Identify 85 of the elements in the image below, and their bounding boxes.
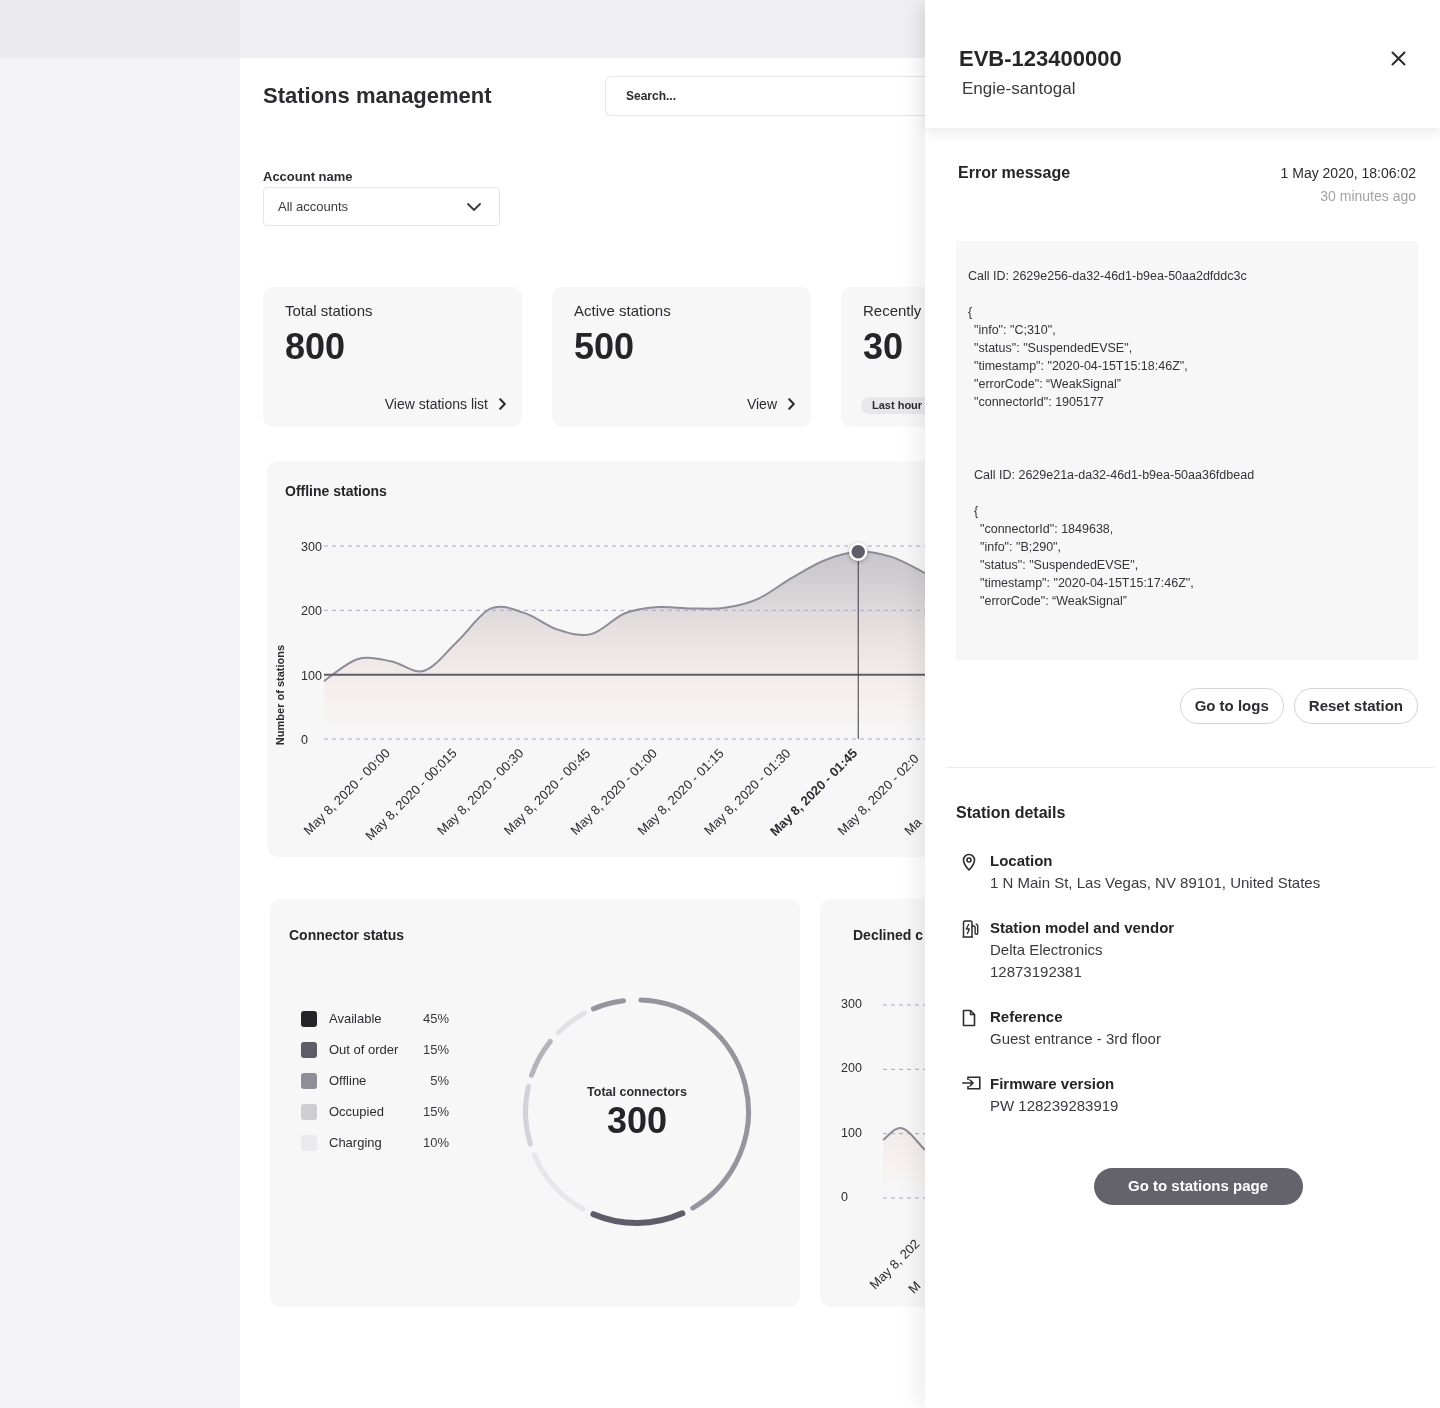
search-field[interactable]: Search... [605, 76, 925, 116]
axis-title: Number of stations [274, 644, 286, 746]
legend-label: Offline [329, 1071, 367, 1090]
legend-value: 5% [430, 1071, 449, 1090]
charging-station-icon [962, 920, 979, 938]
legend-label: Available [329, 1009, 382, 1028]
card-title: Total stations [285, 301, 373, 321]
donut-segment [590, 998, 626, 1012]
code-line: "status": "SuspendedEVSE", [980, 557, 1139, 574]
detail-value: 1 N Main St, Las Vegas, NV 89101, United States [990, 873, 1321, 893]
account-select[interactable]: All accounts [263, 187, 500, 226]
detail-value: 12873192381 [990, 962, 1082, 982]
section-title: Station details [956, 803, 1066, 823]
stat-value: 30 [863, 327, 904, 367]
detail-label: Station model and vendor [990, 918, 1175, 938]
axis-label: Ma [901, 814, 925, 839]
legend-value: 15% [422, 1040, 449, 1059]
call-id-text: Call ID: 2629e21a-da32-46d1-b9ea-50aa36fdbead [974, 467, 1255, 484]
legend-label: Charging [329, 1133, 382, 1152]
detail-label: Firmware version [990, 1074, 1115, 1094]
card-title: Declined c [853, 926, 924, 945]
secondary-button[interactable]: Reset station [1293, 688, 1418, 724]
axis-label: 0 [841, 1190, 848, 1204]
stat-value: 500 [574, 327, 635, 367]
legend-value: 15% [422, 1102, 449, 1121]
code-line: "errorCode": “WeakSignal” [974, 376, 1121, 393]
code-line: "info": "C;310", [974, 322, 1056, 339]
page-title: Stations management [263, 82, 493, 110]
detail-value: Guest entrance - 3rd floor [990, 1029, 1161, 1049]
donut-center-label: Total connectors [587, 1085, 687, 1099]
donut-segment [523, 1083, 533, 1147]
code-line: "status": "SuspendedEVSE", [974, 340, 1133, 357]
detail-label: Reference [990, 1007, 1063, 1027]
card-title: Recently [863, 301, 922, 321]
location-pin-icon [962, 853, 976, 871]
stat-value: 800 [285, 327, 346, 367]
detail-value: PW 128239283919 [990, 1096, 1119, 1116]
close-icon [1390, 50, 1406, 66]
timestamp-text: 1 May 2020, 18:06:02 [1280, 164, 1416, 183]
code-line: "errorCode": “WeakSignal” [980, 593, 1127, 610]
arrow-into-box-icon [962, 1076, 981, 1090]
view-link[interactable]: View stations list [384, 394, 506, 414]
field-label: Account name [263, 169, 353, 185]
card-title: Connector status [289, 926, 405, 945]
view-link[interactable]: View [746, 394, 795, 414]
card-title: Offline stations [285, 482, 387, 501]
axis-label: 200 [301, 604, 322, 619]
document-icon [962, 1009, 976, 1027]
chevron-right-icon [788, 398, 795, 410]
legend-label: Out of order [329, 1040, 399, 1059]
axis-label: 100 [841, 1125, 862, 1140]
axis-label: 300 [301, 540, 322, 554]
secondary-button[interactable]: Go to logs [1179, 688, 1284, 724]
curve-line [882, 1127, 925, 1151]
axis-label: 200 [841, 1061, 862, 1076]
code-line: { [974, 503, 979, 520]
legend-label: Occupied [329, 1102, 384, 1121]
legend-value: 45% [422, 1009, 449, 1028]
code-line: "timestamp": "2020-04-15T15:17:46Z", [980, 575, 1194, 592]
axis-label: 0 [301, 733, 308, 747]
legend-value: 10% [422, 1133, 449, 1152]
close-button[interactable] [1389, 49, 1407, 67]
detail-label: Location [990, 851, 1053, 871]
code-line: "info": "B;290", [980, 539, 1061, 556]
code-line: "connectorId": 1849638, [980, 521, 1114, 538]
drawer-subtitle: Engie-santogal [962, 78, 1076, 100]
donut-segment [529, 1038, 553, 1078]
axis-label: 300 [841, 997, 862, 1011]
data-point-marker[interactable] [848, 542, 868, 562]
code-line: "timestamp": "2020-04-15T15:18:46Z", [974, 358, 1188, 375]
axis-label: M [905, 1278, 924, 1297]
detail-value: Delta Electronics [990, 940, 1103, 960]
donut-center-value: 300 [606, 1100, 668, 1141]
primary-button[interactable]: Go to stations page [1093, 1168, 1303, 1205]
relative-time-text: 30 minutes ago [1320, 187, 1416, 206]
drawer-title: EVB-123400000 [959, 45, 1122, 73]
axis-label: 100 [301, 668, 322, 683]
code-line: { [968, 304, 973, 321]
time-badge: Last hour [861, 397, 925, 414]
chevron-down-icon [467, 202, 481, 211]
card-title: Active stations [574, 301, 671, 321]
code-line: "connectorId": 1905177 [974, 394, 1104, 411]
section-title: Error message [958, 163, 1071, 183]
call-id-text: Call ID: 2629e256-da32-46d1-b9ea-50aa2dfddc3c [968, 268, 1247, 285]
chevron-right-icon [499, 398, 506, 410]
